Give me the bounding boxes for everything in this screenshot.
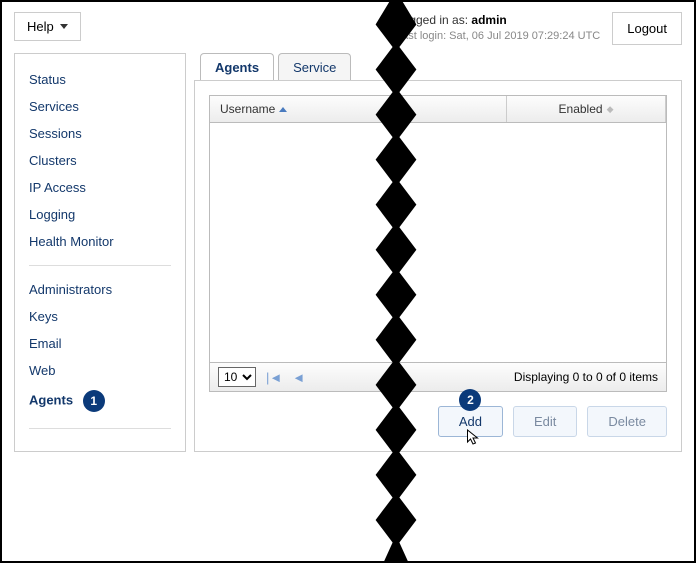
tab-service[interactable]: Service: [278, 53, 351, 81]
sidebar-item-status[interactable]: Status: [29, 66, 171, 93]
login-info: Logged in as: admin Last login: Sat, 06 …: [396, 12, 600, 44]
action-bar: 2 Add Edit Delete: [209, 392, 667, 437]
sort-icon: ◆: [607, 104, 614, 115]
logout-button[interactable]: Logout: [612, 12, 682, 45]
data-grid: Username Enabled ◆ 10: [209, 95, 667, 392]
pager-prev-icon[interactable]: ◄: [292, 370, 305, 385]
sidebar-item-clusters[interactable]: Clusters: [29, 147, 171, 174]
last-login: Last login: Sat, 06 Jul 2019 07:29:24 UT…: [396, 29, 600, 44]
sidebar-item-logging[interactable]: Logging: [29, 201, 171, 228]
sidebar-item-web[interactable]: Web: [29, 357, 171, 384]
sidebar-item-healthmonitor[interactable]: Health Monitor: [29, 228, 171, 255]
logged-in-user: admin: [471, 13, 506, 27]
grid-status: Displaying 0 to 0 of 0 items: [514, 370, 658, 384]
help-button[interactable]: Help: [14, 12, 81, 41]
add-button[interactable]: 2 Add: [438, 406, 503, 437]
caret-down-icon: [60, 24, 68, 29]
sidebar-item-ipaccess[interactable]: IP Access: [29, 174, 171, 201]
tab-agents[interactable]: Agents: [200, 53, 274, 81]
sidebar-item-keys[interactable]: Keys: [29, 303, 171, 330]
pager: 10 |◄ ◄: [218, 367, 305, 387]
column-username[interactable]: Username: [210, 96, 507, 122]
page-size-select[interactable]: 10: [218, 367, 256, 387]
tabs: Agents Service: [200, 53, 682, 81]
cursor-icon: [466, 429, 481, 450]
sidebar-item-sessions[interactable]: Sessions: [29, 120, 171, 147]
delete-button[interactable]: Delete: [587, 406, 667, 437]
sidebar: Status Services Sessions Clusters IP Acc…: [14, 53, 186, 452]
column-label: Enabled: [559, 102, 603, 116]
sort-asc-icon: [279, 107, 287, 112]
column-label: Username: [220, 102, 275, 116]
grid-body: [210, 123, 666, 362]
column-enabled[interactable]: Enabled ◆: [507, 96, 666, 122]
edit-button[interactable]: Edit: [513, 406, 577, 437]
sidebar-item-services[interactable]: Services: [29, 93, 171, 120]
callout-badge-1: 1: [83, 390, 105, 412]
sidebar-item-email[interactable]: Email: [29, 330, 171, 357]
sidebar-item-label: Agents: [29, 392, 73, 407]
help-label: Help: [27, 19, 54, 34]
sidebar-item-agents[interactable]: Agents 1: [29, 384, 171, 418]
sidebar-divider: [29, 265, 171, 266]
sidebar-divider: [29, 428, 171, 429]
add-label: Add: [459, 414, 482, 429]
sidebar-item-administrators[interactable]: Administrators: [29, 276, 171, 303]
pager-first-icon[interactable]: |◄: [266, 370, 282, 385]
callout-badge-2: 2: [459, 389, 481, 411]
main-panel: Username Enabled ◆ 10: [194, 80, 682, 452]
